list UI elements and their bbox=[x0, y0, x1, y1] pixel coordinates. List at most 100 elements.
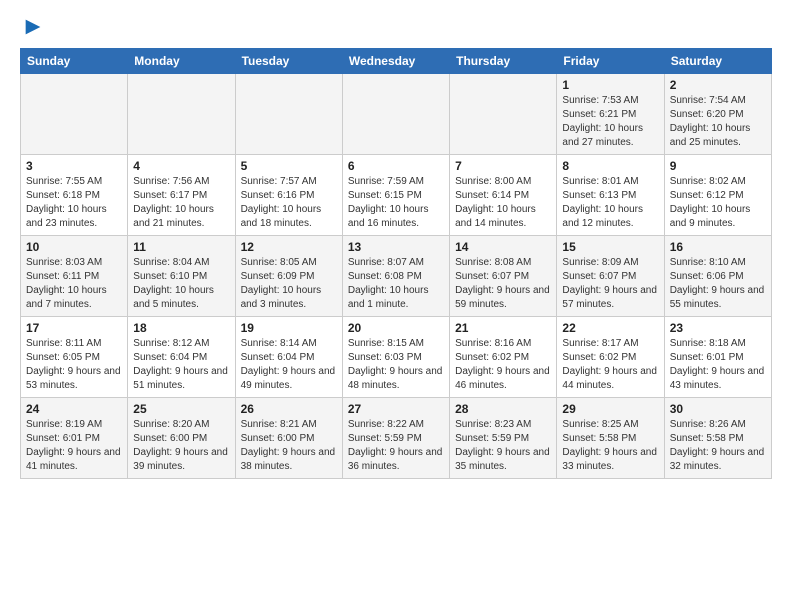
calendar-cell: 14 Sunrise: 8:08 AM Sunset: 6:07 PM Dayli… bbox=[450, 236, 557, 317]
day-of-week-header: Tuesday bbox=[235, 49, 342, 74]
day-number: 1 bbox=[562, 78, 658, 92]
calendar-cell: 28Sunrise: 8:23 AM Sunset: 5:59 PM Dayli… bbox=[450, 398, 557, 479]
page: SundayMondayTuesdayWednesdayThursdayFrid… bbox=[0, 0, 792, 499]
day-info: Sunrise: 8:02 AM Sunset: 6:12 PM Dayligh… bbox=[670, 175, 766, 231]
calendar-cell: 1 Sunrise: 7:53 AM Sunset: 6:21 PM Daylig… bbox=[557, 74, 664, 155]
calendar-cell: 18 Sunrise: 8:12 AM Sunset: 6:04 PM Dayli… bbox=[128, 317, 235, 398]
day-info: Sunrise: 8:21 AM Sunset: 6:00 PM Dayligh… bbox=[241, 418, 337, 474]
day-info: Sunrise: 8:19 AM Sunset: 6:01 PM Dayligh… bbox=[26, 418, 122, 474]
calendar-cell: 7 Sunrise: 8:00 AM Sunset: 6:14 PM Daylig… bbox=[450, 155, 557, 236]
calendar-cell: 9Sunrise: 8:02 AM Sunset: 6:12 PM Daylig… bbox=[664, 155, 771, 236]
day-number: 6 bbox=[348, 159, 444, 173]
day-number: 28 bbox=[455, 402, 551, 416]
day-number: 20 bbox=[348, 321, 444, 335]
day-info: Sunrise: 8:01 AM Sunset: 6:13 PM Dayligh… bbox=[562, 175, 658, 231]
day-info: Sunrise: 8:05 AM Sunset: 6:09 PM Dayligh… bbox=[241, 256, 337, 312]
day-number: 26 bbox=[241, 402, 337, 416]
calendar-cell: 15 Sunrise: 8:09 AM Sunset: 6:07 PM Dayli… bbox=[557, 236, 664, 317]
logo-text bbox=[20, 20, 44, 38]
calendar-cell: 23 Sunrise: 8:18 AM Sunset: 6:01 PM Dayli… bbox=[664, 317, 771, 398]
calendar-week-row: 10 Sunrise: 8:03 AM Sunset: 6:11 PM Dayli… bbox=[21, 236, 772, 317]
day-info: Sunrise: 7:55 AM Sunset: 6:18 PM Dayligh… bbox=[26, 175, 122, 231]
calendar-cell: 29 Sunrise: 8:25 AM Sunset: 5:58 PM Dayli… bbox=[557, 398, 664, 479]
calendar-cell bbox=[128, 74, 235, 155]
calendar-cell: 10 Sunrise: 8:03 AM Sunset: 6:11 PM Dayli… bbox=[21, 236, 128, 317]
day-number: 3 bbox=[26, 159, 122, 173]
day-of-week-header: Thursday bbox=[450, 49, 557, 74]
calendar-cell bbox=[342, 74, 449, 155]
calendar-cell: 3 Sunrise: 7:55 AM Sunset: 6:18 PM Daylig… bbox=[21, 155, 128, 236]
calendar-week-row: 3 Sunrise: 7:55 AM Sunset: 6:18 PM Daylig… bbox=[21, 155, 772, 236]
day-number: 10 bbox=[26, 240, 122, 254]
day-number: 16 bbox=[670, 240, 766, 254]
day-of-week-header: Friday bbox=[557, 49, 664, 74]
day-of-week-header: Saturday bbox=[664, 49, 771, 74]
day-info: Sunrise: 8:12 AM Sunset: 6:04 PM Dayligh… bbox=[133, 337, 229, 393]
day-info: Sunrise: 8:04 AM Sunset: 6:10 PM Dayligh… bbox=[133, 256, 229, 312]
day-info: Sunrise: 8:11 AM Sunset: 6:05 PM Dayligh… bbox=[26, 337, 122, 393]
day-info: Sunrise: 7:53 AM Sunset: 6:21 PM Dayligh… bbox=[562, 94, 658, 150]
calendar-cell: 25 Sunrise: 8:20 AM Sunset: 6:00 PM Dayli… bbox=[128, 398, 235, 479]
day-info: Sunrise: 7:54 AM Sunset: 6:20 PM Dayligh… bbox=[670, 94, 766, 150]
calendar-cell: 12 Sunrise: 8:05 AM Sunset: 6:09 PM Dayli… bbox=[235, 236, 342, 317]
day-number: 4 bbox=[133, 159, 229, 173]
calendar-cell bbox=[21, 74, 128, 155]
logo bbox=[20, 20, 44, 38]
calendar-cell: 17 Sunrise: 8:11 AM Sunset: 6:05 PM Dayli… bbox=[21, 317, 128, 398]
day-info: Sunrise: 8:25 AM Sunset: 5:58 PM Dayligh… bbox=[562, 418, 658, 474]
calendar-cell: 24 Sunrise: 8:19 AM Sunset: 6:01 PM Dayli… bbox=[21, 398, 128, 479]
calendar-week-row: 1 Sunrise: 7:53 AM Sunset: 6:21 PM Daylig… bbox=[21, 74, 772, 155]
day-info: Sunrise: 8:10 AM Sunset: 6:06 PM Dayligh… bbox=[670, 256, 766, 312]
day-info: Sunrise: 8:08 AM Sunset: 6:07 PM Dayligh… bbox=[455, 256, 551, 312]
day-number: 24 bbox=[26, 402, 122, 416]
header bbox=[20, 16, 772, 38]
calendar-cell: 8Sunrise: 8:01 AM Sunset: 6:13 PM Daylig… bbox=[557, 155, 664, 236]
calendar: SundayMondayTuesdayWednesdayThursdayFrid… bbox=[20, 48, 772, 479]
day-number: 23 bbox=[670, 321, 766, 335]
day-info: Sunrise: 8:20 AM Sunset: 6:00 PM Dayligh… bbox=[133, 418, 229, 474]
day-number: 7 bbox=[455, 159, 551, 173]
calendar-header-row: SundayMondayTuesdayWednesdayThursdayFrid… bbox=[21, 49, 772, 74]
day-number: 18 bbox=[133, 321, 229, 335]
day-number: 19 bbox=[241, 321, 337, 335]
day-number: 27 bbox=[348, 402, 444, 416]
day-number: 25 bbox=[133, 402, 229, 416]
day-info: Sunrise: 8:18 AM Sunset: 6:01 PM Dayligh… bbox=[670, 337, 766, 393]
calendar-cell: 19 Sunrise: 8:14 AM Sunset: 6:04 PM Dayli… bbox=[235, 317, 342, 398]
day-number: 11 bbox=[133, 240, 229, 254]
day-of-week-header: Monday bbox=[128, 49, 235, 74]
day-info: Sunrise: 8:16 AM Sunset: 6:02 PM Dayligh… bbox=[455, 337, 551, 393]
day-info: Sunrise: 8:09 AM Sunset: 6:07 PM Dayligh… bbox=[562, 256, 658, 312]
day-info: Sunrise: 8:26 AM Sunset: 5:58 PM Dayligh… bbox=[670, 418, 766, 474]
day-number: 13 bbox=[348, 240, 444, 254]
day-number: 2 bbox=[670, 78, 766, 92]
calendar-cell: 4 Sunrise: 7:56 AM Sunset: 6:17 PM Daylig… bbox=[128, 155, 235, 236]
day-info: Sunrise: 8:17 AM Sunset: 6:02 PM Dayligh… bbox=[562, 337, 658, 393]
day-number: 12 bbox=[241, 240, 337, 254]
calendar-cell: 26 Sunrise: 8:21 AM Sunset: 6:00 PM Dayli… bbox=[235, 398, 342, 479]
day-number: 29 bbox=[562, 402, 658, 416]
day-number: 15 bbox=[562, 240, 658, 254]
calendar-week-row: 17 Sunrise: 8:11 AM Sunset: 6:05 PM Dayli… bbox=[21, 317, 772, 398]
calendar-cell: 5Sunrise: 7:57 AM Sunset: 6:16 PM Daylig… bbox=[235, 155, 342, 236]
calendar-cell: 20 Sunrise: 8:15 AM Sunset: 6:03 PM Dayli… bbox=[342, 317, 449, 398]
day-number: 30 bbox=[670, 402, 766, 416]
day-info: Sunrise: 8:15 AM Sunset: 6:03 PM Dayligh… bbox=[348, 337, 444, 393]
day-of-week-header: Wednesday bbox=[342, 49, 449, 74]
calendar-cell: 16 Sunrise: 8:10 AM Sunset: 6:06 PM Dayli… bbox=[664, 236, 771, 317]
day-info: Sunrise: 8:00 AM Sunset: 6:14 PM Dayligh… bbox=[455, 175, 551, 231]
calendar-cell bbox=[235, 74, 342, 155]
day-number: 14 bbox=[455, 240, 551, 254]
day-number: 17 bbox=[26, 321, 122, 335]
calendar-cell: 13Sunrise: 8:07 AM Sunset: 6:08 PM Dayli… bbox=[342, 236, 449, 317]
day-info: Sunrise: 7:56 AM Sunset: 6:17 PM Dayligh… bbox=[133, 175, 229, 231]
day-number: 5 bbox=[241, 159, 337, 173]
calendar-cell: 22 Sunrise: 8:17 AM Sunset: 6:02 PM Dayli… bbox=[557, 317, 664, 398]
calendar-week-row: 24 Sunrise: 8:19 AM Sunset: 6:01 PM Dayli… bbox=[21, 398, 772, 479]
calendar-cell: 30 Sunrise: 8:26 AM Sunset: 5:58 PM Dayli… bbox=[664, 398, 771, 479]
day-info: Sunrise: 8:14 AM Sunset: 6:04 PM Dayligh… bbox=[241, 337, 337, 393]
day-number: 22 bbox=[562, 321, 658, 335]
day-info: Sunrise: 7:59 AM Sunset: 6:15 PM Dayligh… bbox=[348, 175, 444, 231]
day-info: Sunrise: 8:03 AM Sunset: 6:11 PM Dayligh… bbox=[26, 256, 122, 312]
logo-icon bbox=[22, 16, 44, 38]
